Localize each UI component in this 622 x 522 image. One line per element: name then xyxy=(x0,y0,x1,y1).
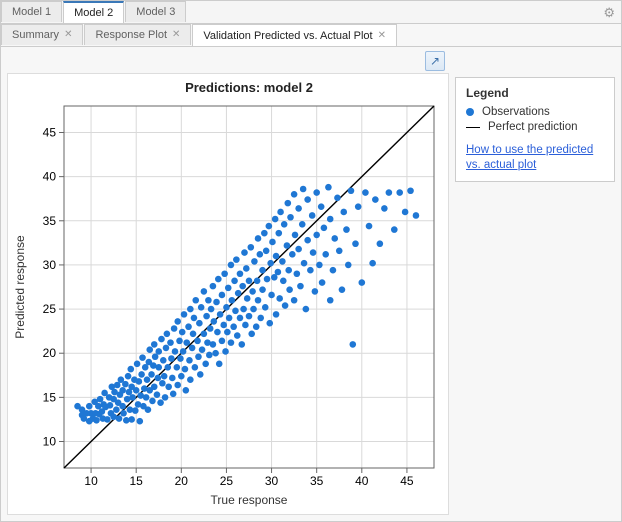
svg-text:25: 25 xyxy=(43,302,57,316)
model-tabrow: Model 1 Model 2 Model 3 ⚙ xyxy=(1,1,621,24)
tab-label: Model 2 xyxy=(74,7,113,19)
svg-text:10: 10 xyxy=(43,435,57,449)
svg-text:True response: True response xyxy=(211,493,288,507)
undock-button[interactable]: ↗ xyxy=(425,51,445,71)
svg-text:15: 15 xyxy=(130,474,144,488)
tab-label: Response Plot xyxy=(95,29,167,41)
legend-label: Observations xyxy=(482,106,550,118)
svg-text:30: 30 xyxy=(43,258,57,272)
plot-tabrow: Summary ✕ Response Plot ✕ Validation Pre… xyxy=(1,24,621,47)
svg-text:10: 10 xyxy=(84,474,98,488)
close-icon[interactable]: ✕ xyxy=(64,30,72,40)
close-icon[interactable]: ✕ xyxy=(378,31,386,41)
svg-text:40: 40 xyxy=(355,474,369,488)
legend-panel: Legend Observations Perfect prediction H… xyxy=(455,77,615,182)
svg-text:45: 45 xyxy=(400,474,414,488)
tab-label: Model 1 xyxy=(12,6,51,18)
svg-text:30: 30 xyxy=(265,474,279,488)
legend-observations: Observations xyxy=(466,106,604,118)
tab-model-2[interactable]: Model 2 xyxy=(63,1,124,23)
tab-label: Model 3 xyxy=(136,6,175,18)
svg-text:Predictions: model 2: Predictions: model 2 xyxy=(185,80,313,95)
svg-text:25: 25 xyxy=(220,474,234,488)
legend-label: Perfect prediction xyxy=(488,121,578,133)
svg-text:20: 20 xyxy=(175,474,189,488)
svg-text:15: 15 xyxy=(43,390,57,404)
svg-text:40: 40 xyxy=(43,170,57,184)
plot-panel: ↗ 10 15 20 25 30 35 40 45 10 15 20 25 30 35 40 45 Predic… xyxy=(1,47,449,521)
undock-icon: ↗ xyxy=(430,54,440,68)
svg-text:45: 45 xyxy=(43,125,57,139)
content-area: ↗ 10 15 20 25 30 35 40 45 10 15 20 25 30 35 40 45 Predic… xyxy=(1,47,621,521)
help-link[interactable]: How to use the predicted vs. actual plot xyxy=(466,143,604,173)
tab-model-1[interactable]: Model 1 xyxy=(1,1,62,22)
chart: 10 15 20 25 30 35 40 45 10 15 20 25 30 35 40 45 Predicti… xyxy=(7,73,449,515)
svg-text:Predicted response: Predicted response xyxy=(13,235,27,339)
legend-perfect: Perfect prediction xyxy=(466,121,604,133)
dot-icon xyxy=(466,108,474,116)
gear-icon[interactable]: ⚙ xyxy=(603,5,615,21)
svg-text:20: 20 xyxy=(43,346,57,360)
svg-text:35: 35 xyxy=(43,214,57,228)
tab-label: Validation Predicted vs. Actual Plot xyxy=(203,30,372,42)
tab-summary[interactable]: Summary ✕ xyxy=(1,24,83,45)
tab-validation-predicted-actual[interactable]: Validation Predicted vs. Actual Plot ✕ xyxy=(192,24,397,46)
svg-text:35: 35 xyxy=(310,474,324,488)
tab-model-3[interactable]: Model 3 xyxy=(125,1,186,22)
line-icon xyxy=(466,127,480,128)
tab-label: Summary xyxy=(12,29,59,41)
legend-title: Legend xyxy=(466,86,604,100)
close-icon[interactable]: ✕ xyxy=(172,30,180,40)
tab-response-plot[interactable]: Response Plot ✕ xyxy=(84,24,191,45)
